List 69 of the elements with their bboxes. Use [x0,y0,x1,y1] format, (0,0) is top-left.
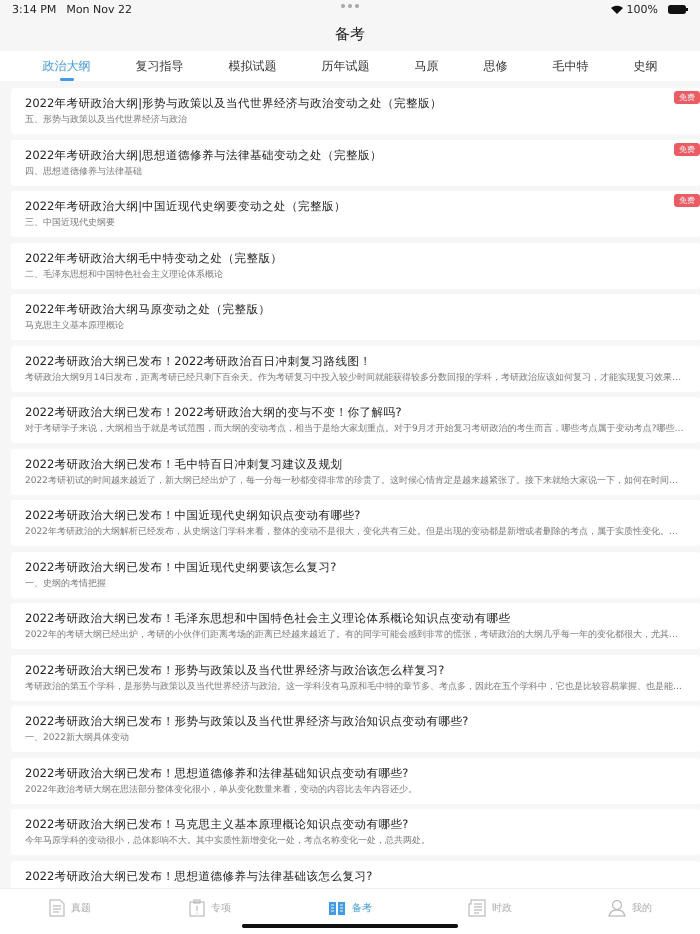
category-tab[interactable]: 思修 [478,51,514,81]
article-title: 2022考研政治大纲已发布！思想道德修养与法律基础该怎么复习? [25,868,372,884]
article-summary: 一、2022新大纲具体变动 [25,732,129,745]
article-title: 2022考研政治大纲已发布！马克思主义基本原理概论知识点变动有哪些? [25,816,408,832]
article-title: 2022考研政治大纲已发布！形势与政策以及当代世界经济与政治该怎么样复习? [25,662,444,678]
article-card[interactable]: 2022考研政治大纲已发布！形势与政策以及当代世界经济与政治该怎么样复习? 考研政治的第五个学科，是形势与政策以及当代世界经济与政治。这一学科没有马原和毛中特的章节多、考点多，因此在五个学科中，它也是比较容易掌握、也是能… [11,654,700,700]
article-summary: 一、史纲的考情把握 [25,578,106,590]
free-badge: 免费 [674,194,700,207]
category-tab[interactable]: 毛中特 [546,51,594,81]
article-card[interactable]: 2022考研政治大纲已发布！2022考研政治百日冲刺复习路线图！ 考研政治大纲9月14日发布，距离考研已经只剩下百余天。作为考研复习中投入较少时间就能获得较多分数回报的学科，考研政治应该如何复习，才能实现复习效果… [11,346,700,392]
article-card[interactable]: 2022年考研政治大纲|中国近现代史纲要变动之处（完整版） 三、中国近现代史纲要 免费 [11,191,700,237]
article-title: 2022年考研政治大纲|思想道德修养与法律基础变动之处（完整版） [25,146,382,162]
article-summary: 2022年政治考研大纲在思法部分整体变化很小，单从变化数量来看，变动的内容比去年内容还少。 [25,784,417,796]
article-summary: 考研政治大纲9月14日发布，距离考研已经只剩下百余天。作为考研复习中投入较少时间就能获得较多分数回报的学科，考研政治应该如何复习，才能实现复习效果… [25,372,682,384]
article-summary: 今年马原学科的变动很小，总体影响不大。其中实质性新增变化一处，考点名称变化一处，总共两处。 [25,834,430,848]
article-summary: 四、思想道德修养与法律基础 [25,166,142,178]
status-time: 3:14 PM [12,2,56,16]
article-title: 2022年考研政治大纲毛中特变动之处（完整版） [25,250,282,266]
book-icon [328,900,346,916]
article-title: 2022年考研政治大纲|中国近现代史纲要变动之处（完整版） [25,198,346,214]
article-summary: 2022考研初试的时间越来越近了，新大纲已经出炉了，每一分每一秒都变得非常的珍贵了。这时候心情肯定是越来越紧张了。接下来就给大家说一下，如何在时间… [25,474,678,488]
article-title: 2022考研政治大纲已发布！2022考研政治百日冲刺复习路线图！ [25,352,372,368]
article-card[interactable]: 2022考研政治大纲已发布！毛泽东思想和中国特色社会主义理论体系概论知识点变动有哪些 2022年的考研大纲已经出炉，考研的小伙伴们距离考场的距离已经越来越近了。有的同学可能会感到非常的慌张，考研政治的大纲几乎每一年的变化都很大，尤其… [11,603,700,649]
article-card[interactable]: 2022年考研政治大纲毛中特变动之处（完整版） 二、毛泽东思想和中国特色社会主义理论体系概论 [11,242,700,288]
article-title: 2022考研政治大纲已发布！毛泽东思想和中国特色社会主义理论体系概论知识点变动有哪些 [25,610,510,626]
status-date: Mon Nov 22 [66,2,132,16]
article-summary: 马克思主义基本原理概论 [25,320,124,333]
article-title: 2022考研政治大纲已发布！2022考研政治大纲的变与不变！你了解吗? [25,404,402,420]
article-card[interactable]: 2022考研政治大纲已发布！毛中特百日冲刺复习建议及规划 2022考研初试的时间越来越近了，新大纲已经出炉了，每一分每一秒都变得非常的珍贵了。这时候心情肯定是越来越紧张了。接下来就给大家说一下，如何在时间… [11,448,700,494]
article-title: 2022考研政治大纲已发布！毛中特百日冲刺复习建议及规划 [25,456,342,472]
article-card[interactable]: 2022考研政治大纲已发布！马克思主义基本原理概论知识点变动有哪些? 今年马原学科的变动很小，总体影响不大。其中实质性新增变化一处，考点名称变化一处，总共两处。 [11,809,700,855]
category-tab[interactable]: 复习指导 [130,51,190,81]
article-title: 2022考研政治大纲已发布！形势与政策以及当代世界经济与政治知识点变动有哪些? [25,713,468,729]
article-card[interactable]: 2022年考研政治大纲马原变动之处（完整版） 马克思主义基本原理概论 [11,294,700,340]
document-icon [49,899,65,917]
article-card[interactable]: 2022考研政治大纲已发布！思想道德修养和法律基础知识点变动有哪些? 2022年政治考研大纲在思法部分整体变化很小，单从变化数量来看，变动的内容比去年内容还少。 [11,758,700,804]
article-title: 2022年考研政治大纲马原变动之处（完整版） [25,301,270,317]
category-tab[interactable]: 史纲 [628,51,664,81]
article-title: 2022考研政治大纲已发布！思想道德修养和法律基础知识点变动有哪些? [25,764,408,780]
free-badge: 免费 [674,142,700,156]
clipboard-icon [189,899,205,917]
article-summary: 考研政治的第五个学科，是形势与政策以及当代世界经济与政治。这一学科没有马原和毛中特的章节多、考点多，因此在五个学科中，它也是比较容易掌握、也是能… [25,680,682,694]
article-card[interactable]: 2022年考研政治大纲|形势与政策以及当代世界经济与政治变动之处（完整版） 五、形势与政策以及当代世界经济与政治 免费 [11,88,700,134]
battery-icon [668,4,688,14]
battery-percent: 100% [626,2,658,16]
article-card[interactable]: 2022考研政治大纲已发布！中国近现代史纲知识点变动有哪些? 2022年考研政治的大纲解析已经发布，从史纲这门学科来看，整体的变动不是很大，变化共有三处。但是出现的变动都是新增或者删除的考点，属于实质性变化。… [11,500,700,546]
article-card[interactable]: 2022考研政治大纲已发布！形势与政策以及当代世界经济与政治知识点变动有哪些? 一、2022新大纲具体变动 [11,706,700,752]
article-summary: 对于考研学子来说，大纲相当于就是考试范围，而大纲的变动考点，相当于是给大家划重点。对于9月才开始复习考研政治的考生而言，哪些考点属于变动考点?哪些… [25,422,684,436]
article-summary: 三、中国近现代史纲要 [25,216,115,230]
article-card[interactable]: 2022考研政治大纲已发布！2022考研政治大纲的变与不变！你了解吗? 对于考研学子来说，大纲相当于就是考试范围，而大纲的变动考点，相当于是给大家划重点。对于9月才开始复习考研政治的考生而言，哪些考点属于变动考点?哪些… [11,397,700,443]
article-summary: 2022年的考研大纲已经出炉，考研的小伙伴们距离考场的距离已经越来越近了。有的同学可能会感到非常的慌张，考研政治的大纲几乎每一年的变化都很大，尤其… [25,628,678,642]
article-card[interactable]: 2022考研政治大纲已发布！中国近现代史纲要该怎么复习? 一、史纲的考情把握 [11,552,700,598]
article-title: 2022考研政治大纲已发布！中国近现代史纲要该怎么复习? [25,558,336,574]
article-card[interactable]: 2022年考研政治大纲|思想道德修养与法律基础变动之处（完整版） 四、思想道德修养与法律基础 免费 [11,140,700,186]
category-tab[interactable]: 历年试题 [316,51,376,81]
multitask-icon [341,4,359,8]
person-icon [608,899,626,917]
category-tab[interactable]: 马原 [408,51,444,81]
wifi-icon [610,4,623,14]
newspaper-icon [468,899,486,917]
article-card[interactable]: 2022考研政治大纲已发布！思想道德修养与法律基础该怎么复习? [11,860,700,888]
article-summary: 二、毛泽东思想和中国特色社会主义理论体系概论 [25,268,223,282]
article-summary: 五、形势与政策以及当代世界经济与政治 [25,114,187,127]
page-title: 备考 [335,25,365,44]
article-title: 2022年考研政治大纲|形势与政策以及当代世界经济与政治变动之处（完整版） [25,95,442,111]
free-badge: 免费 [674,91,700,104]
category-tab[interactable]: 模拟试题 [222,51,282,81]
article-summary: 2022年考研政治的大纲解析已经发布，从史纲这门学科来看，整体的变动不是很大，变化共有三处。但是出现的变动都是新增或者删除的考点，属于实质性变化。… [25,526,678,539]
article-title: 2022考研政治大纲已发布！中国近现代史纲知识点变动有哪些? [25,507,360,523]
